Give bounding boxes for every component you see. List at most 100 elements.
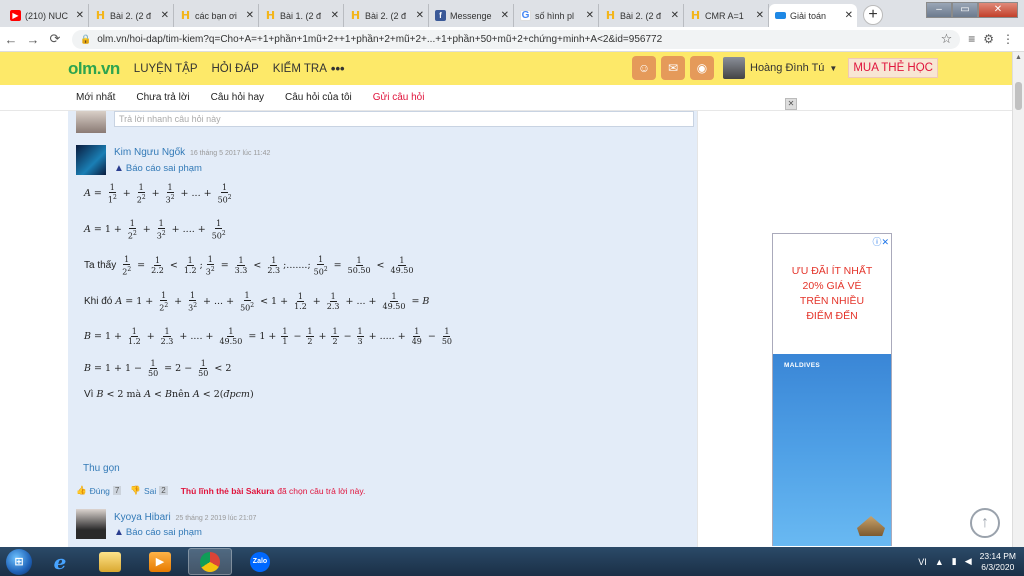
- collapse-link[interactable]: Thu gọn: [83, 463, 120, 474]
- tab-close-icon[interactable]: ✕: [416, 10, 424, 21]
- browser-tab[interactable]: f Messenge ✕: [429, 4, 514, 27]
- tray-expand-icon[interactable]: ▲: [935, 557, 944, 567]
- author-name[interactable]: Kim Ngưu Ngốk: [114, 147, 185, 158]
- user-avatar[interactable]: [723, 57, 745, 79]
- add-friend-icon[interactable]: ☺: [632, 56, 656, 80]
- taskbar-app-chrome[interactable]: [188, 548, 232, 575]
- tab-close-icon[interactable]: ✕: [161, 10, 169, 21]
- minimize-button[interactable]: –: [926, 2, 952, 18]
- buy-card-button[interactable]: MUA THẺ HỌC: [848, 58, 938, 78]
- avatar: [76, 111, 106, 133]
- bookmark-star-icon[interactable]: ☆: [941, 31, 953, 47]
- tab-title: Bài 2. (2 đ: [620, 10, 662, 21]
- scroll-up-arrow-icon[interactable]: ▲: [1015, 54, 1022, 61]
- browser-tab[interactable]: Giải toán ✕: [769, 4, 857, 27]
- nav-kiem-tra[interactable]: KIỂM TRA: [273, 63, 327, 75]
- google-icon: G: [520, 10, 531, 21]
- chosen-by-user[interactable]: Thủ lĩnh thẻ bài Sakura: [181, 486, 275, 496]
- advertisement[interactable]: ⓘ✕ ƯU ĐÃI ÍT NHẤT 20% GIÁ VÉ TRÊN NHIỀU …: [772, 233, 892, 546]
- subnav-ask-question[interactable]: Gửi câu hỏi: [373, 92, 425, 103]
- tab-title: Bài 2. (2 đ: [110, 10, 152, 21]
- dislike-button[interactable]: Sai: [144, 486, 156, 496]
- browser-tab[interactable]: Gsố hình pl ✕: [514, 4, 599, 27]
- report-link[interactable]: ▲ Báo cáo sai phạm: [114, 527, 202, 538]
- address-bar[interactable]: 🔒 olm.vn/hoi-dap/tim-kiem?q=Cho+A=+1+phầ…: [72, 29, 961, 49]
- taskbar-app-explorer[interactable]: [88, 548, 132, 575]
- thumbs-up-icon[interactable]: 👍: [76, 485, 87, 496]
- page-scrollbar[interactable]: ▲: [1012, 52, 1024, 547]
- ad-choices-icon[interactable]: ⓘ✕: [872, 235, 889, 248]
- tab-close-icon[interactable]: ✕: [845, 10, 853, 21]
- math-line-6: B = 1 +1− 1 50 = 2− 1 50 <2: [84, 359, 232, 378]
- menu-kebab-icon[interactable]: ⋮: [1002, 32, 1014, 46]
- new-tab-button[interactable]: +: [863, 5, 883, 25]
- back-icon[interactable]: ←: [0, 32, 22, 47]
- close-icon[interactable]: ✕: [785, 98, 797, 110]
- taskbar-app-zalo[interactable]: Zalo: [238, 548, 282, 575]
- extension-icon[interactable]: ⚙: [983, 32, 994, 46]
- tab-close-icon[interactable]: ✕: [756, 10, 764, 21]
- taskbar-app-media[interactable]: ▶: [138, 548, 182, 575]
- ad-line: ƯU ĐÃI ÍT NHẤT: [791, 265, 873, 277]
- battery-icon[interactable]: ▮: [952, 556, 957, 567]
- username[interactable]: Hoàng Đình Tú: [750, 62, 824, 74]
- browser-tab[interactable]: H Bài 2. (2 đ ✕: [344, 4, 429, 27]
- olm-h-icon: H: [265, 9, 276, 22]
- tab-title: các bạn ơi: [195, 10, 237, 21]
- browser-tab[interactable]: H Bài 1. (2 đ ✕: [259, 4, 344, 27]
- thumbs-down-icon[interactable]: 👎: [130, 485, 141, 496]
- answer-author: Kyoya Hibari 25 tháng 2 2019 lúc 21:07: [114, 512, 256, 523]
- messages-icon[interactable]: ✉: [661, 56, 685, 80]
- tab-close-icon[interactable]: ✕: [586, 10, 594, 21]
- reading-list-icon[interactable]: ≡: [968, 32, 975, 46]
- tab-close-icon[interactable]: ✕: [331, 10, 339, 21]
- url-text[interactable]: olm.vn/hoi-dap/tim-kiem?q=Cho+A=+1+phần+…: [97, 34, 940, 45]
- quick-reply-input[interactable]: Trả lời nhanh câu hỏi này: [114, 111, 694, 127]
- tab-close-icon[interactable]: ✕: [76, 10, 84, 21]
- ad-line: 20% GIÁ VÉ: [802, 280, 862, 292]
- tab-title: Messenge: [450, 10, 492, 21]
- ad-offer: ⓘ✕ ƯU ĐÃI ÍT NHẤT 20% GIÁ VÉ TRÊN NHIỀU …: [773, 234, 891, 354]
- tab-close-icon[interactable]: ✕: [501, 10, 509, 21]
- nav-hoi-dap[interactable]: HỎI ĐÁP: [212, 63, 259, 75]
- avatar[interactable]: [76, 509, 106, 539]
- author-name[interactable]: Kyoya Hibari: [114, 512, 171, 523]
- scrollbar-thumb[interactable]: [1015, 82, 1022, 110]
- ad-line: TRÊN NHIỀU: [799, 295, 865, 307]
- chrome-icon: [200, 551, 220, 572]
- close-window-button[interactable]: ✕: [978, 2, 1018, 18]
- avatar[interactable]: [76, 145, 106, 175]
- maximize-button[interactable]: ▭: [952, 2, 978, 18]
- tab-close-icon[interactable]: ✕: [671, 10, 679, 21]
- browser-tab[interactable]: ▶ (210) NUC ✕: [4, 4, 89, 27]
- tab-close-icon[interactable]: ✕: [246, 10, 254, 21]
- subnav-newest[interactable]: Mới nhất: [76, 92, 115, 103]
- taskbar-app-ie[interactable]: e: [38, 548, 82, 575]
- browser-tab[interactable]: H Bài 2. (2 đ ✕: [599, 4, 684, 27]
- olm-h-icon: H: [605, 9, 616, 22]
- volume-icon[interactable]: ◀: [965, 556, 972, 567]
- reload-icon[interactable]: ⟳: [44, 31, 66, 47]
- tab-title: CMR A=1: [705, 10, 744, 21]
- browser-tab[interactable]: Hcác bạn ơi ✕: [174, 4, 259, 27]
- more-menu-icon[interactable]: •••: [331, 61, 345, 76]
- system-clock[interactable]: 23:14 PM 6/3/2020: [980, 551, 1016, 573]
- subnav-unanswered[interactable]: Chưa trả lời: [136, 92, 189, 103]
- scroll-to-top-icon[interactable]: ↑: [970, 508, 1000, 538]
- subnav-my-questions[interactable]: Câu hỏi của tôi: [285, 92, 352, 103]
- chevron-down-icon[interactable]: ▼: [829, 64, 837, 73]
- header-user-area: ☺ ✉ ◉ Hoàng Đình Tú ▼ MUA THẺ HỌC: [632, 56, 938, 80]
- report-label: Báo cáo sai phạm: [125, 163, 202, 174]
- report-link[interactable]: ▲ Báo cáo sai phạm: [114, 163, 202, 174]
- language-indicator[interactable]: VI: [918, 557, 927, 567]
- system-tray: VI ▲ ▮ ◀ 23:14 PM 6/3/2020: [918, 547, 1016, 576]
- browser-tab[interactable]: H Bài 2. (2 đ ✕: [89, 4, 174, 27]
- browser-tab[interactable]: H CMR A=1 ✕: [684, 4, 769, 27]
- forward-icon[interactable]: →: [22, 32, 44, 47]
- subnav-good-questions[interactable]: Câu hỏi hay: [211, 92, 264, 103]
- windows-start-icon[interactable]: ⊞: [6, 548, 32, 575]
- globe-icon[interactable]: ◉: [690, 56, 714, 80]
- like-button[interactable]: Đúng: [90, 486, 110, 496]
- olm-logo[interactable]: olm.vn: [68, 59, 120, 79]
- nav-luyen-tap[interactable]: LUYỆN TẬP: [134, 63, 198, 75]
